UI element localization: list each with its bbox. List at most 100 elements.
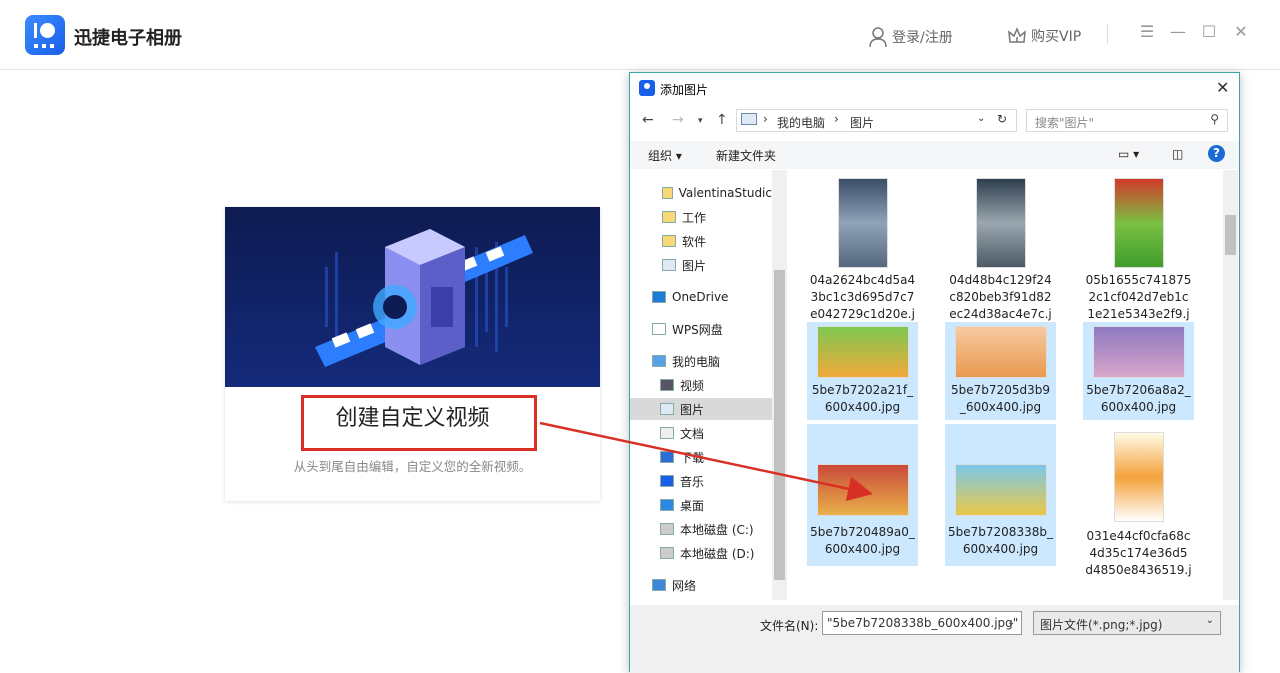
app-title: 迅捷电子相册 bbox=[74, 28, 182, 49]
filetype-dropdown-icon: ⌄ bbox=[1205, 615, 1214, 626]
organize-label: 组织 bbox=[648, 149, 673, 163]
download-icon bbox=[660, 451, 674, 463]
file-thumbnail bbox=[816, 464, 909, 516]
close-icon[interactable]: ✕ bbox=[1231, 22, 1251, 42]
nav-item-label: 本地磁盘 (D:) bbox=[680, 546, 755, 561]
custom-video-card[interactable]: 创建自定义视频 从头到尾自由编辑，自定义您的全新视频。 bbox=[225, 207, 600, 501]
file-item[interactable]: 5be7b720489a0_ 600x400.jpg bbox=[807, 424, 918, 566]
file-thumbnail bbox=[954, 464, 1047, 516]
folder-icon bbox=[662, 211, 676, 223]
nav-item[interactable]: 软件 bbox=[630, 230, 772, 252]
breadcrumb-pictures[interactable]: 图片 bbox=[850, 114, 874, 131]
file-item[interactable]: 5be7b7208338b_ 600x400.jpg bbox=[945, 424, 1056, 566]
search-input[interactable]: 搜索"图片" ⚲ bbox=[1026, 109, 1228, 132]
nav-item-label: 图片 bbox=[682, 258, 707, 273]
vip-button[interactable]: 购买VIP bbox=[1007, 26, 1081, 46]
nav-item[interactable]: ValentinaStudic bbox=[630, 182, 772, 204]
breadcrumb-my-computer[interactable]: 我的电脑 bbox=[777, 114, 825, 131]
file-thumbnail bbox=[816, 326, 909, 378]
nav-scrollbar[interactable] bbox=[772, 170, 787, 600]
refresh-icon[interactable]: ↻ bbox=[997, 112, 1007, 126]
file-name-line: e042729c1d20e.j bbox=[810, 307, 915, 321]
nav-item-label: 软件 bbox=[682, 234, 707, 249]
nav-item[interactable]: OneDrive bbox=[630, 286, 772, 308]
nav-item[interactable]: 文档 bbox=[630, 422, 772, 444]
address-bar[interactable]: › 我的电脑 › 图片 ⌄ ↻ bbox=[736, 109, 1017, 132]
filename-input[interactable]: "5be7b7208338b_600x400.jpg" "5be7b720489… bbox=[822, 611, 1022, 635]
file-item[interactable]: 04d48b4c129f24 c820beb3f91d82 ec24d38ac4e7… bbox=[945, 170, 1056, 340]
files-scrollbar[interactable] bbox=[1223, 170, 1238, 600]
login-button[interactable]: 登录/注册 bbox=[868, 26, 953, 48]
nav-item[interactable]: 工作 bbox=[630, 206, 772, 228]
filename-dropdown-icon[interactable]: ⌄ bbox=[1007, 617, 1015, 628]
nav-item[interactable]: WPS网盘 bbox=[630, 318, 772, 340]
file-name-line: 1e21e5343e2f9.j bbox=[1087, 307, 1190, 321]
minimize-icon[interactable]: — bbox=[1168, 22, 1188, 42]
nav-item-label: 下载 bbox=[680, 450, 705, 465]
help-icon[interactable]: ? bbox=[1208, 145, 1225, 162]
file-name-line: 600x400.jpg bbox=[962, 542, 1039, 556]
file-item[interactable]: 5be7b7205d3b9 _600x400.jpg bbox=[945, 322, 1056, 420]
file-item[interactable]: 5be7b7206a8a2_ 600x400.jpg bbox=[1083, 322, 1194, 420]
back-icon[interactable]: ← bbox=[642, 112, 654, 128]
address-dropdown-icon[interactable]: ⌄ bbox=[977, 113, 985, 124]
search-icon: ⚲ bbox=[1210, 112, 1219, 126]
nav-item[interactable]: 视频 bbox=[630, 374, 772, 396]
app-logo bbox=[25, 15, 65, 55]
file-name-line: 05b1655c741875 bbox=[1085, 273, 1192, 287]
dialog-bottom-bar: 文件名(N): "5be7b7208338b_600x400.jpg" "5be… bbox=[630, 605, 1239, 673]
files-scrollbar-thumb[interactable] bbox=[1225, 215, 1236, 255]
breadcrumb-separator-icon: › bbox=[834, 112, 839, 126]
file-name: 5be7b7208338b_ 600x400.jpg bbox=[945, 524, 1056, 558]
nav-scrollbar-thumb[interactable] bbox=[774, 270, 785, 580]
file-name-line: 5be7b7202a21f_ bbox=[811, 383, 914, 397]
maximize-icon[interactable]: ☐ bbox=[1199, 22, 1219, 42]
pictures-library-icon bbox=[741, 113, 757, 125]
nav-item[interactable]: 我的电脑 bbox=[630, 350, 772, 372]
filetype-select[interactable]: 图片文件(*.png;*.jpg) ⌄ bbox=[1033, 611, 1221, 635]
file-item[interactable]: 031e44cf0cfa68c 4d35c174e36d5 d4850e843651… bbox=[1083, 424, 1194, 577]
nav-item[interactable]: 音乐 bbox=[630, 470, 772, 492]
nav-item-label: 工作 bbox=[682, 210, 707, 225]
nav-item[interactable]: 图片 bbox=[630, 254, 772, 276]
dialog-close-icon[interactable]: ✕ bbox=[1216, 78, 1229, 97]
file-name: 5be7b720489a0_ 600x400.jpg bbox=[807, 524, 918, 558]
annotation-highlight-box bbox=[301, 395, 537, 451]
file-thumbnail bbox=[1092, 326, 1185, 378]
file-name: 5be7b7206a8a2_ 600x400.jpg bbox=[1083, 382, 1194, 416]
preview-pane-icon[interactable]: ◫ bbox=[1172, 147, 1183, 161]
nav-item[interactable]: 图片 bbox=[630, 398, 772, 420]
nav-item-label: 本地磁盘 (C:) bbox=[680, 522, 754, 537]
file-item[interactable]: 04a2624bc4d5a4 3bc1c3d695d7c7 e042729c1d20… bbox=[807, 170, 918, 340]
organize-button[interactable]: 组织 ▾ bbox=[648, 147, 682, 164]
nav-item-label: 我的电脑 bbox=[672, 354, 721, 369]
file-name-line: 04a2624bc4d5a4 bbox=[809, 273, 916, 287]
breadcrumb-separator-icon: › bbox=[763, 112, 768, 126]
dialog-app-icon bbox=[639, 80, 655, 96]
nav-item[interactable]: 网络 bbox=[630, 574, 772, 596]
new-folder-button[interactable]: 新建文件夹 bbox=[716, 147, 776, 164]
file-thumbnail bbox=[954, 326, 1047, 378]
file-item[interactable]: 5be7b7202a21f_ 600x400.jpg bbox=[807, 322, 918, 420]
file-name-line: ec24d38ac4e7c.j bbox=[949, 307, 1052, 321]
nav-item[interactable]: 本地磁盘 (C:) bbox=[630, 518, 772, 540]
nav-item[interactable]: 桌面 bbox=[630, 494, 772, 516]
file-list: 04a2624bc4d5a4 3bc1c3d695d7c7 e042729c1d20… bbox=[787, 170, 1221, 598]
file-name: 5be7b7202a21f_ 600x400.jpg bbox=[807, 382, 918, 416]
file-thumbnail bbox=[837, 178, 888, 268]
navigation-pane: ValentinaStudic 工作软件图片 OneDrive WPS网盘我的电脑视频… bbox=[630, 170, 787, 600]
view-options-icon[interactable]: ▭ ▾ bbox=[1118, 147, 1139, 161]
nav-item[interactable]: 本地磁盘 (D:) bbox=[630, 542, 772, 564]
crown-icon bbox=[1008, 27, 1026, 43]
menu-icon[interactable]: ☰ bbox=[1137, 22, 1157, 42]
up-icon[interactable]: ↑ bbox=[716, 112, 728, 128]
file-item[interactable]: 05b1655c741875 2c1cf042d7eb1c 1e21e5343e2f… bbox=[1083, 170, 1194, 340]
document-icon bbox=[660, 427, 674, 439]
file-name-line: 4d35c174e36d5 bbox=[1089, 546, 1188, 560]
recent-chevron-icon[interactable]: ▾ bbox=[698, 116, 703, 126]
nav-item[interactable]: 下载 bbox=[630, 446, 772, 468]
add-picture-dialog: 添加图片 ✕ ← → ▾ ↑ › 我的电脑 › 图片 ⌄ ↻ 搜索"图片" ⚲ … bbox=[629, 72, 1240, 673]
nav-item-label: 图片 bbox=[680, 402, 705, 417]
search-placeholder: 搜索"图片" bbox=[1035, 116, 1095, 130]
forward-icon[interactable]: → bbox=[672, 112, 684, 128]
